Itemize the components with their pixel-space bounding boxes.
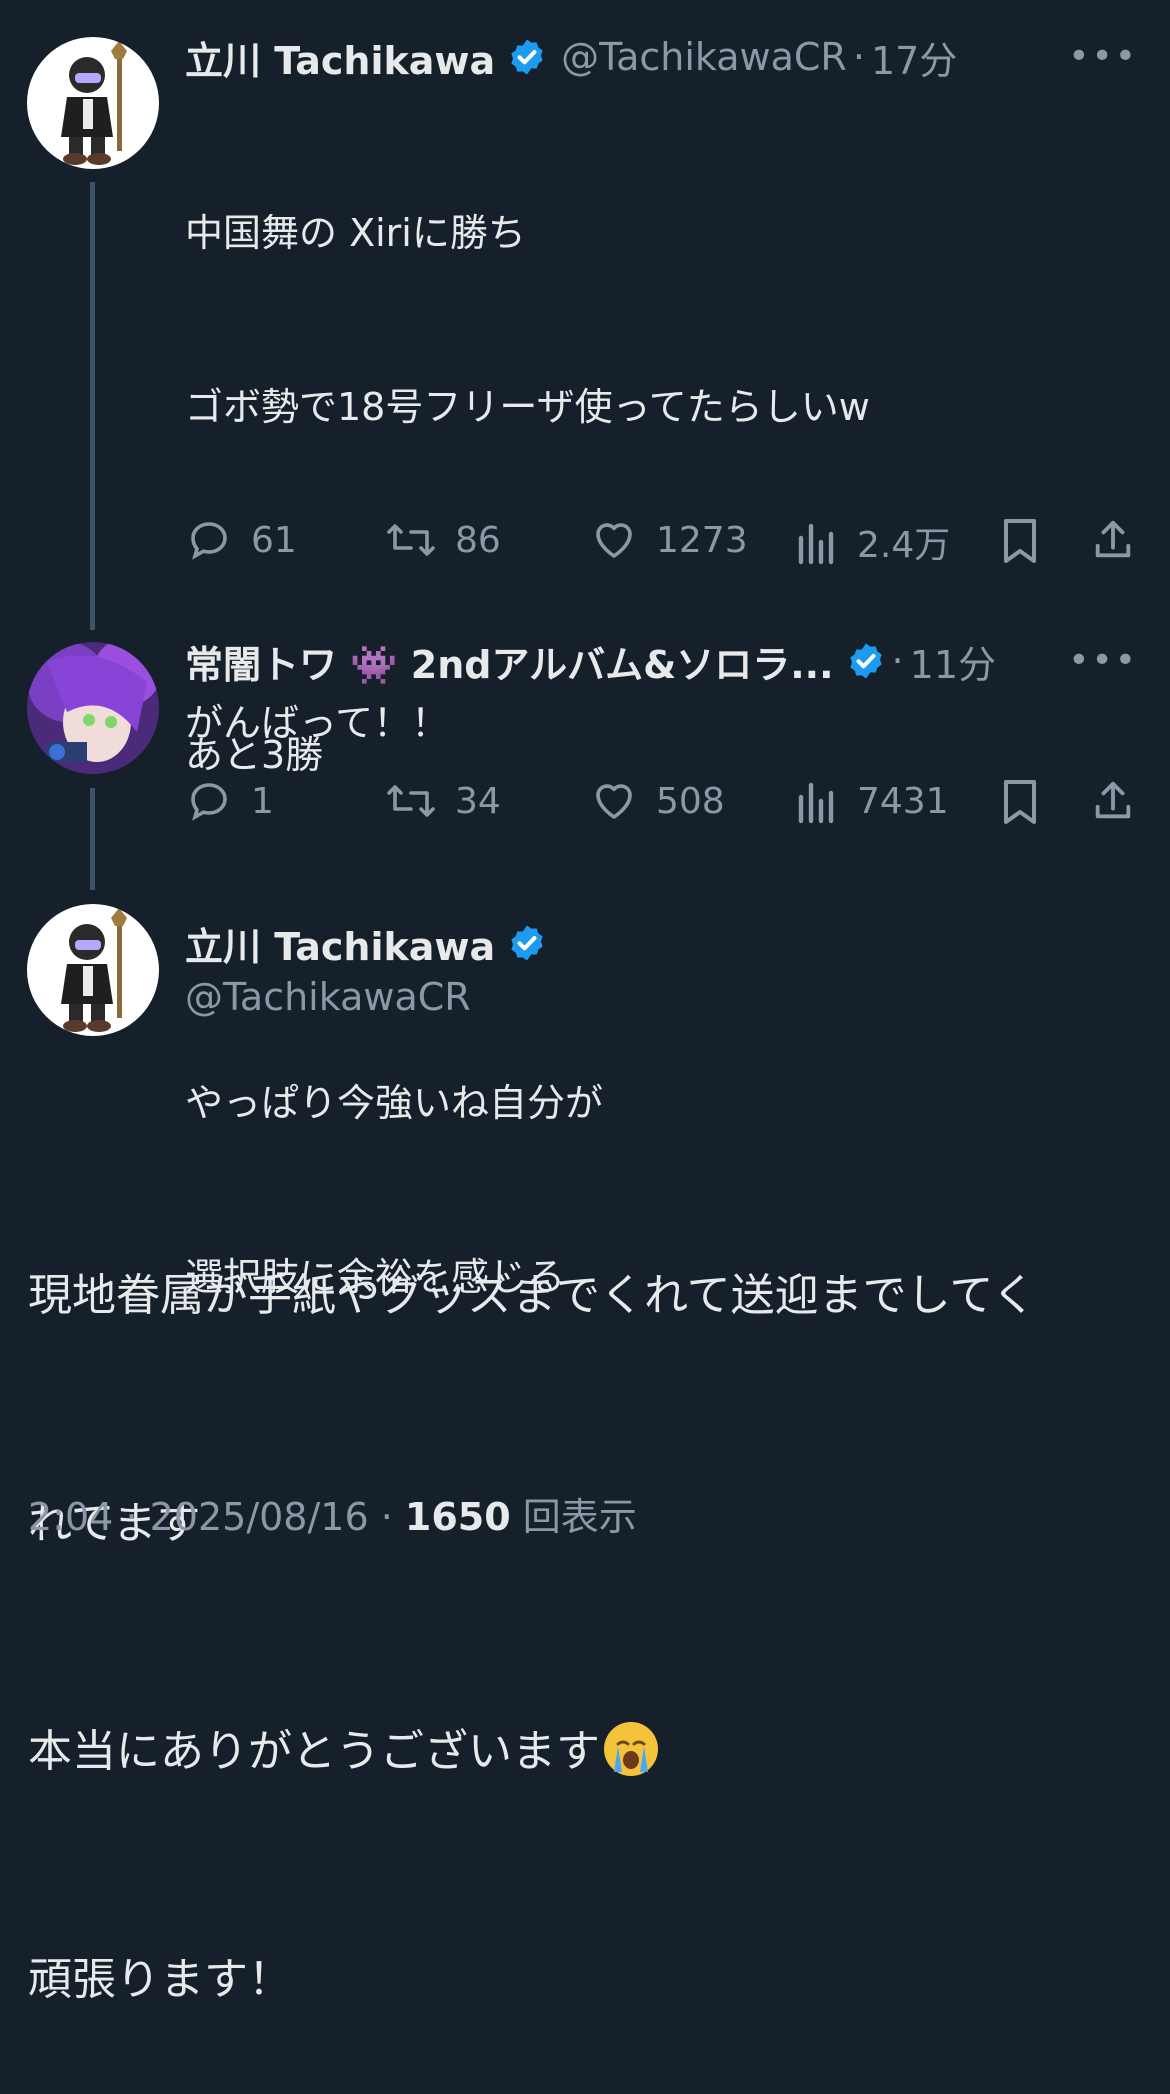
verified-badge-icon: [507, 923, 547, 963]
tweet-header: 立川 Tachikawa: [185, 916, 547, 970]
tweet-header: 常闇トワ 👾 2ndアルバム&ソロラ... · 11分: [185, 634, 996, 688]
views-count: 2.4万: [857, 525, 951, 566]
reply-count: 1: [251, 780, 274, 822]
main-tweet-text: 現地眷属が手紙やグッズまでくれて送迎までしてく れてます 本当にありがとうござい…: [28, 1106, 1036, 2094]
reply-icon: [191, 783, 227, 821]
share-button[interactable]: [1090, 777, 1154, 825]
separator-dot: ·: [380, 1495, 405, 1539]
reply-tweet-1[interactable]: 立川 Tachikawa @TachikawaCR · 17分 ••• 中国舞の…: [0, 0, 1170, 1299]
display-name[interactable]: 立川 Tachikawa: [185, 916, 495, 971]
thread-line: [90, 788, 95, 890]
tweet-meta: 2:04 · 2025/08/16 · 1650 回表示: [28, 1486, 637, 1541]
share-button[interactable]: [1090, 516, 1154, 564]
retweet-icon: [387, 524, 435, 556]
post-date[interactable]: 2025/08/16: [150, 1495, 369, 1539]
tweet-line: 中国舞の Xiriに勝ち: [185, 211, 526, 255]
display-name[interactable]: 立川 Tachikawa: [185, 30, 495, 85]
action-bar: 61 86 1273 2.4万: [185, 510, 1145, 570]
bookmark-icon: [1004, 780, 1036, 824]
retweet-count: 34: [455, 780, 501, 822]
bookmark-button[interactable]: [1000, 777, 1058, 827]
reply-button[interactable]: 1: [185, 777, 274, 825]
like-count: 1273: [656, 519, 748, 561]
more-options-icon[interactable]: •••: [1068, 640, 1138, 681]
tweet-line: 本当にありがとうございます: [28, 1714, 1036, 1790]
tweet-header: 立川 Tachikawa @TachikawaCR · 17分: [185, 30, 957, 84]
retweet-icon: [387, 785, 435, 817]
views-button[interactable]: 7431: [795, 777, 949, 825]
post-time[interactable]: 2:04: [28, 1495, 113, 1539]
views-count: 7431: [857, 780, 949, 822]
heart-icon: [596, 523, 632, 558]
thread-line: [90, 182, 95, 630]
tweet-text: がんばって！！: [185, 701, 450, 745]
tweet-line-text: 本当にありがとうございます: [28, 1726, 600, 1777]
views-label: 回表示: [522, 1495, 637, 1539]
retweet-button[interactable]: 86: [385, 516, 501, 564]
separator-dot: ·: [125, 1495, 150, 1539]
heart-icon: [596, 784, 632, 819]
bookmark-icon: [1004, 519, 1036, 563]
reply-count: 61: [251, 519, 297, 561]
retweet-button[interactable]: 34: [385, 777, 501, 825]
reply-icon: [191, 522, 227, 560]
like-button[interactable]: 1273: [590, 516, 748, 564]
handle[interactable]: @TachikawaCR: [185, 975, 471, 1019]
share-icon: [1095, 520, 1131, 558]
bookmark-button[interactable]: [1000, 516, 1058, 566]
views-chart-icon: [798, 782, 834, 824]
separator-dot: ·: [891, 639, 904, 683]
separator-dot: ·: [852, 35, 865, 79]
like-count: 508: [656, 780, 725, 822]
more-options-icon[interactable]: •••: [1068, 36, 1138, 77]
avatar-tachikawa[interactable]: [27, 37, 159, 169]
avatar-tachikawa[interactable]: [27, 904, 159, 1036]
display-name[interactable]: 常闇トワ 👾 2ndアルバム&ソロラ...: [185, 634, 834, 689]
reply-button[interactable]: 61: [185, 516, 297, 564]
verified-badge-icon: [846, 641, 886, 681]
tweet-line: ゴボ勢で18号フリーザ使ってたらしいw: [185, 385, 870, 429]
views-count: 1650: [404, 1495, 511, 1539]
handle[interactable]: @TachikawaCR: [561, 35, 847, 79]
like-button[interactable]: 508: [590, 777, 725, 825]
crying-face-emoji-icon: [604, 1722, 658, 1776]
share-icon: [1095, 781, 1131, 819]
handle-row: @TachikawaCR: [185, 972, 471, 1022]
timestamp[interactable]: 11分: [910, 634, 996, 689]
views-button[interactable]: 2.4万: [795, 516, 950, 568]
timestamp[interactable]: 17分: [871, 30, 957, 85]
retweet-count: 86: [455, 519, 501, 561]
tweet-line: 頑張ります！: [28, 1954, 292, 2005]
reply-tweet-2[interactable]: 常闇トワ 👾 2ndアルバム&ソロラ... · 11分 ••• がんばって！！ …: [0, 630, 1170, 890]
verified-badge-icon: [507, 37, 547, 77]
avatar-towa[interactable]: [27, 642, 159, 774]
action-bar: 1 34 508 7431: [185, 771, 1145, 831]
tweet-line: 現地眷属が手紙やグッズまでくれて送迎までしてく: [28, 1270, 1037, 1321]
views-chart-icon: [798, 523, 834, 565]
